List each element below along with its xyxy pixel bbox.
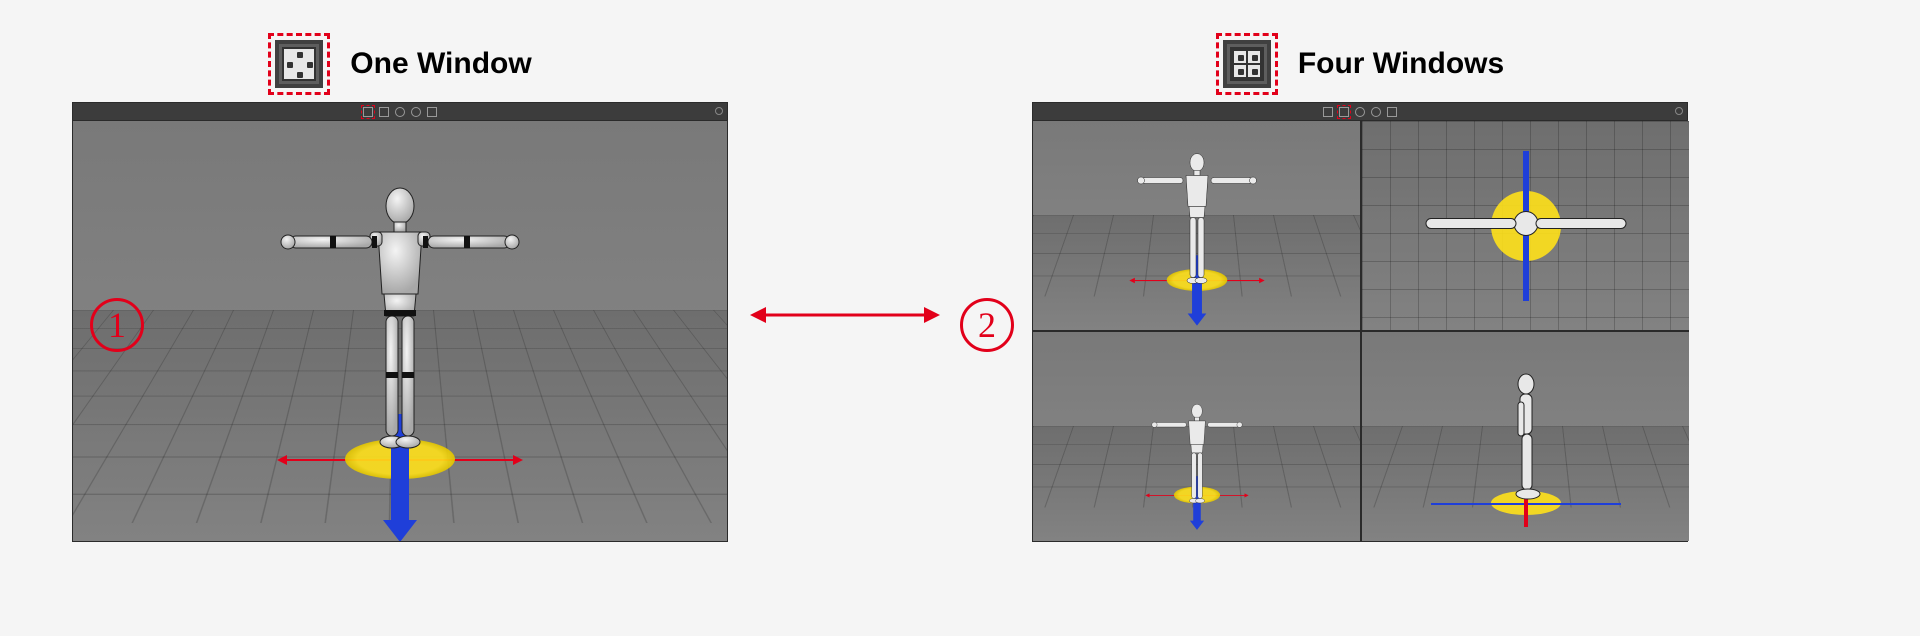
viewport-toolbar [1033, 103, 1687, 121]
mannequin-character[interactable] [1140, 403, 1254, 511]
toolbar-option-icon[interactable] [411, 107, 421, 117]
perspective-viewport[interactable] [73, 121, 727, 541]
toolbar-single-view-icon[interactable] [1323, 107, 1333, 117]
right-panel-title: Four Windows [1298, 47, 1504, 81]
step-badge-1: 1 [90, 298, 144, 352]
mannequin-character[interactable] [1122, 152, 1272, 295]
toolbar-option-icon[interactable] [1355, 107, 1365, 117]
toolbar-option-icon[interactable] [1371, 107, 1381, 117]
toolbar-menu-icon[interactable] [715, 107, 723, 115]
mannequin-top[interactable] [1416, 198, 1636, 253]
toolbar-quad-view-icon[interactable] [1339, 107, 1349, 117]
toolbar-single-view-icon[interactable] [363, 107, 373, 117]
viewport-top[interactable] [1362, 121, 1689, 330]
mannequin-character[interactable] [250, 184, 550, 469]
toolbar-quad-view-icon[interactable] [379, 107, 389, 117]
toolbar-menu-icon[interactable] [1675, 107, 1683, 115]
toolbar-option-icon[interactable] [427, 107, 437, 117]
step-badge-2-label: 2 [978, 305, 996, 345]
single-view-icon-callout [268, 33, 330, 95]
single-view-icon[interactable] [275, 40, 323, 88]
bidirectional-arrow-icon [750, 300, 940, 335]
toolbar-option-icon[interactable] [395, 107, 405, 117]
viewport-perspective[interactable] [1033, 121, 1360, 330]
left-panel-title: One Window [350, 47, 531, 81]
step-badge-1-label: 1 [108, 305, 126, 345]
step-badge-2: 2 [960, 298, 1014, 352]
four-view-icon-callout [1216, 33, 1278, 95]
viewport-toolbar [73, 103, 727, 121]
viewport-side[interactable] [1362, 332, 1689, 541]
four-view-icon[interactable] [1223, 40, 1271, 88]
mannequin-side[interactable] [1496, 372, 1556, 507]
toolbar-option-icon[interactable] [1387, 107, 1397, 117]
viewport-front[interactable] [1033, 332, 1360, 541]
